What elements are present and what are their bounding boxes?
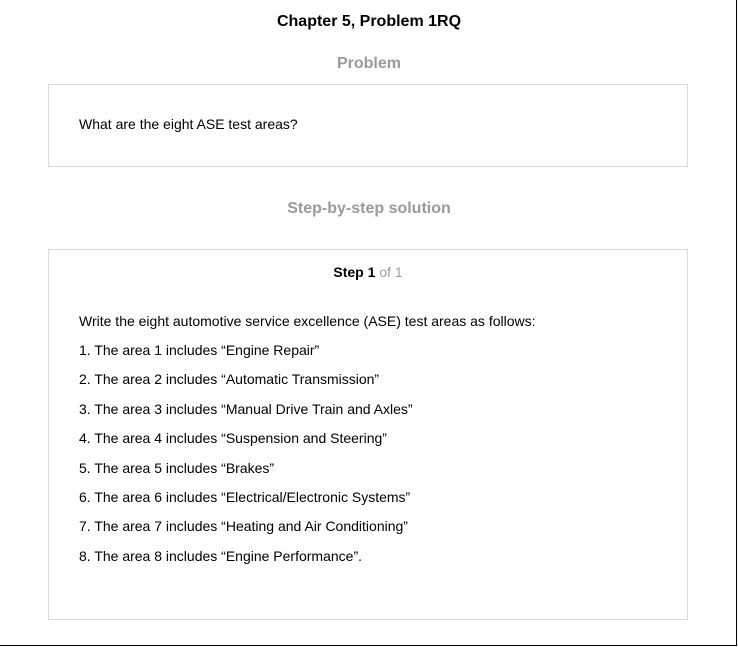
- solution-heading: Step-by-step solution: [287, 200, 451, 217]
- list-item: 3. The area 3 includes “Manual Drive Tra…: [79, 400, 413, 417]
- problem-box: What are the eight ASE test areas?: [48, 84, 688, 167]
- list-item: 4. The area 4 includes “Suspension and S…: [79, 430, 387, 447]
- solution-intro: Write the eight automotive service excel…: [79, 313, 536, 329]
- page-title: Chapter 5, Problem 1RQ: [276, 13, 462, 30]
- list-item: 6. The area 6 includes “Electrical/Elect…: [79, 488, 411, 505]
- problem-heading: Problem: [336, 55, 401, 72]
- area-list: 1. The area 1 includes “Engine Repair” 2…: [79, 341, 413, 576]
- step-label: Step 1: [333, 264, 376, 280]
- list-item: 8. The area 8 includes “Engine Performan…: [79, 547, 363, 564]
- solution-box: Step 1 of 1 Write the eight automotive s…: [48, 249, 688, 620]
- step-header: Step 1 of 1: [49, 263, 687, 281]
- problem-text: What are the eight ASE test areas?: [79, 116, 298, 132]
- list-item: 5. The area 5 includes “Brakes”: [79, 459, 275, 476]
- list-item: 7. The area 7 includes “Heating and Air …: [79, 518, 408, 535]
- step-count: of 1: [375, 264, 403, 280]
- list-item: 1. The area 1 includes “Engine Repair”: [79, 342, 320, 358]
- list-item: 2. The area 2 includes “Automatic Transm…: [79, 371, 380, 388]
